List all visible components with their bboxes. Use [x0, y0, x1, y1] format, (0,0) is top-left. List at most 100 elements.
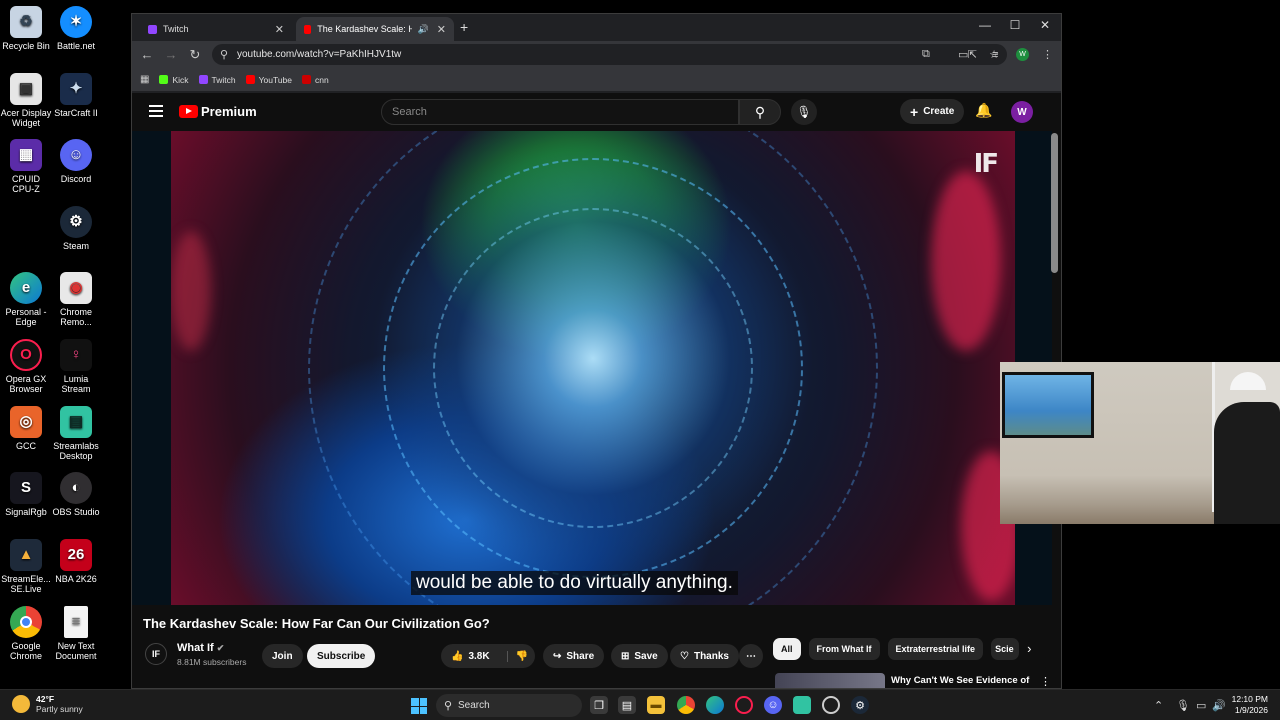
chip-extraterrestrial-life[interactable]: Extraterrestrial life	[887, 638, 984, 660]
desktop-icon-google-chrome[interactable]: Google Chrome	[0, 606, 52, 661]
volume-icon[interactable]: 🔊	[1212, 699, 1226, 712]
desktop-icon-nba2k26[interactable]: 26 NBA 2K26	[50, 539, 102, 584]
chrome-taskbar-icon[interactable]	[677, 696, 695, 714]
close-tab-icon[interactable]: ✕	[437, 23, 446, 36]
save-button[interactable]: ⊞ Save	[611, 644, 668, 668]
channel-avatar[interactable]: IF	[145, 643, 167, 665]
search-button[interactable]: ⚲	[739, 99, 781, 125]
page-scrollbar[interactable]	[1051, 133, 1058, 273]
join-button[interactable]: Join	[262, 644, 303, 668]
tab-youtube-video[interactable]: The Kardashev Scale: How F 🔊 ✕	[296, 17, 454, 41]
account-avatar[interactable]: W	[1011, 101, 1033, 123]
share-button[interactable]: ↪ Share	[543, 644, 605, 668]
create-button[interactable]: + Create	[900, 99, 965, 124]
bookmark-kick[interactable]: Kick	[159, 75, 189, 85]
edge-taskbar-icon[interactable]	[706, 696, 724, 714]
desktop-icon-streamlabs[interactable]: ▤ Streamlabs Desktop	[50, 406, 102, 461]
extensions-icon[interactable]: ⧉	[922, 48, 930, 61]
video-player[interactable]: IF would be able to do virtually anythin…	[171, 131, 1015, 605]
search-input[interactable]: Search	[381, 99, 739, 125]
red-glow	[931, 171, 1001, 351]
widgets-icon[interactable]: ▤	[618, 696, 636, 714]
windows-logo-icon	[411, 698, 419, 706]
desktop-icon-cpuz[interactable]: ▦ CPUID CPU-Z	[0, 139, 52, 194]
close-window-icon[interactable]: ✕	[1030, 18, 1060, 32]
taskbar-search[interactable]: ⚲ Search	[436, 694, 582, 717]
desktop-icon-obs[interactable]: ◐ OBS Studio	[50, 472, 102, 517]
voice-search-button[interactable]: 🎙	[791, 99, 817, 125]
thanks-label: Thanks	[693, 650, 729, 662]
notifications-bell-icon[interactable]: 🔔	[975, 102, 992, 119]
file-explorer-icon[interactable]: ▬	[647, 696, 665, 714]
recommended-menu-icon[interactable]: ⋮	[1040, 675, 1051, 688]
tab-twitch[interactable]: Twitch ✕	[140, 17, 292, 41]
youtube-logo[interactable]: Premium	[179, 104, 257, 119]
desktop-icon-acer-display-widget[interactable]: ▣ Acer Display Widget	[0, 73, 52, 128]
like-button[interactable]: 👍 3.8K	[451, 651, 490, 662]
close-tab-icon[interactable]: ✕	[275, 23, 284, 36]
desktop-icon-edge[interactable]: e Personal - Edge	[0, 272, 52, 327]
chrome-remote-icon: ◉	[60, 272, 92, 304]
bookmark-twitch[interactable]: Twitch	[198, 75, 236, 85]
streamlabs-taskbar-icon[interactable]	[793, 696, 811, 714]
chip-from-what-if[interactable]: From What If	[808, 638, 880, 660]
dislike-button[interactable]: 👎	[506, 650, 528, 662]
recommended-title[interactable]: Why Can't We See Evidence of Alien Life?…	[891, 675, 1031, 688]
thanks-button[interactable]: ♡ Thanks	[670, 644, 739, 668]
desktop-icon-lumia-stream[interactable]: ♀ Lumia Stream	[50, 339, 102, 394]
microphone-tray-icon[interactable]: 🎙	[1176, 699, 1190, 712]
youtube-play-icon	[179, 105, 198, 118]
task-view-icon[interactable]: ❐	[590, 696, 608, 714]
network-icon[interactable]: ▭	[1196, 699, 1206, 712]
desktop-icon-label: Steam	[62, 241, 89, 251]
desktop-icon-battlenet[interactable]: ✶ Battle.net	[50, 6, 102, 51]
system-clock[interactable]: 12:10 PM 1/9/2026	[1228, 694, 1268, 716]
desktop-icon-discord[interactable]: ☺ Discord	[50, 139, 102, 184]
subscribe-button[interactable]: Subscribe	[307, 644, 376, 668]
more-actions-button[interactable]: ⋯	[739, 644, 763, 668]
recommended-thumbnail[interactable]	[775, 673, 885, 688]
kick-icon	[159, 75, 169, 84]
channel-name[interactable]: What If ✔	[177, 642, 224, 654]
chip-science[interactable]: Scie	[991, 638, 1020, 660]
install-app-icon[interactable]: ⇱	[968, 48, 977, 61]
steam-taskbar-icon[interactable]: ⚙	[851, 696, 869, 714]
desktop-icon-chrome-remote[interactable]: ◉ Chrome Remo...	[50, 272, 102, 327]
bookmark-cnn[interactable]: cnn	[302, 75, 329, 85]
discord-taskbar-icon[interactable]: ☺	[764, 696, 782, 714]
menu-icon[interactable]	[149, 105, 163, 117]
desktop-icon-steam[interactable]: ⚙ Steam	[50, 206, 102, 251]
desktop-icon-label: Recycle Bin	[2, 41, 50, 51]
reload-icon[interactable]: ↻	[183, 47, 207, 63]
start-button[interactable]	[411, 698, 427, 714]
chip-all[interactable]: All	[773, 638, 801, 660]
minimize-icon[interactable]: —	[970, 18, 1000, 32]
desktop-icon-opera-gx[interactable]: O Opera GX Browser	[0, 339, 52, 394]
bookmark-youtube[interactable]: YouTube	[245, 75, 292, 85]
obs-taskbar-icon[interactable]	[822, 696, 840, 714]
weather-widget[interactable]: 42°F Partly sunny	[12, 694, 83, 714]
opera-gx-taskbar-icon[interactable]	[735, 696, 753, 714]
new-tab-icon[interactable]: +	[460, 19, 468, 35]
desktop-icon-gcc[interactable]: ◎ GCC	[0, 406, 52, 451]
desktop-icon-streamelements[interactable]: ▲ StreamEle... SE.Live	[0, 539, 52, 594]
back-icon[interactable]: ←	[135, 47, 159, 62]
browser-menu-icon[interactable]: ⋮	[1042, 48, 1053, 61]
maximize-icon[interactable]: ☐	[1000, 18, 1030, 32]
apps-grid-icon[interactable]: ▦	[140, 74, 149, 85]
desktop-icon-signalrgb[interactable]: S SignalRgb	[0, 472, 52, 517]
desktop-icon-starcraft[interactable]: ✦ StarCraft II	[50, 73, 102, 118]
clock-time: 12:10 PM	[1231, 694, 1268, 704]
profile-avatar[interactable]: W	[1016, 48, 1029, 61]
desktop-icon-recycle-bin[interactable]: ♻ Recycle Bin	[0, 6, 52, 51]
tray-overflow-icon[interactable]: ⌃	[1154, 699, 1163, 712]
sidepanel-icon[interactable]: ▭	[958, 48, 968, 61]
desktop-icon-new-text-document[interactable]: ≡ New Text Document	[50, 606, 102, 661]
forward-icon[interactable]: →	[159, 47, 183, 62]
audio-playing-icon[interactable]: 🔊	[418, 24, 429, 35]
site-info-icon[interactable]: ⚲	[220, 48, 228, 61]
recommended-video[interactable]: Why Can't We See Evidence of Alien Life?…	[773, 673, 1055, 688]
chevron-right-icon[interactable]: ›	[1027, 638, 1031, 660]
address-bar[interactable]: ⚲ youtube.com/watch?v=PaKhIHJV1tw ⇱ ☆	[212, 44, 1007, 65]
media-controls-icon[interactable]: ≡	[992, 49, 998, 61]
